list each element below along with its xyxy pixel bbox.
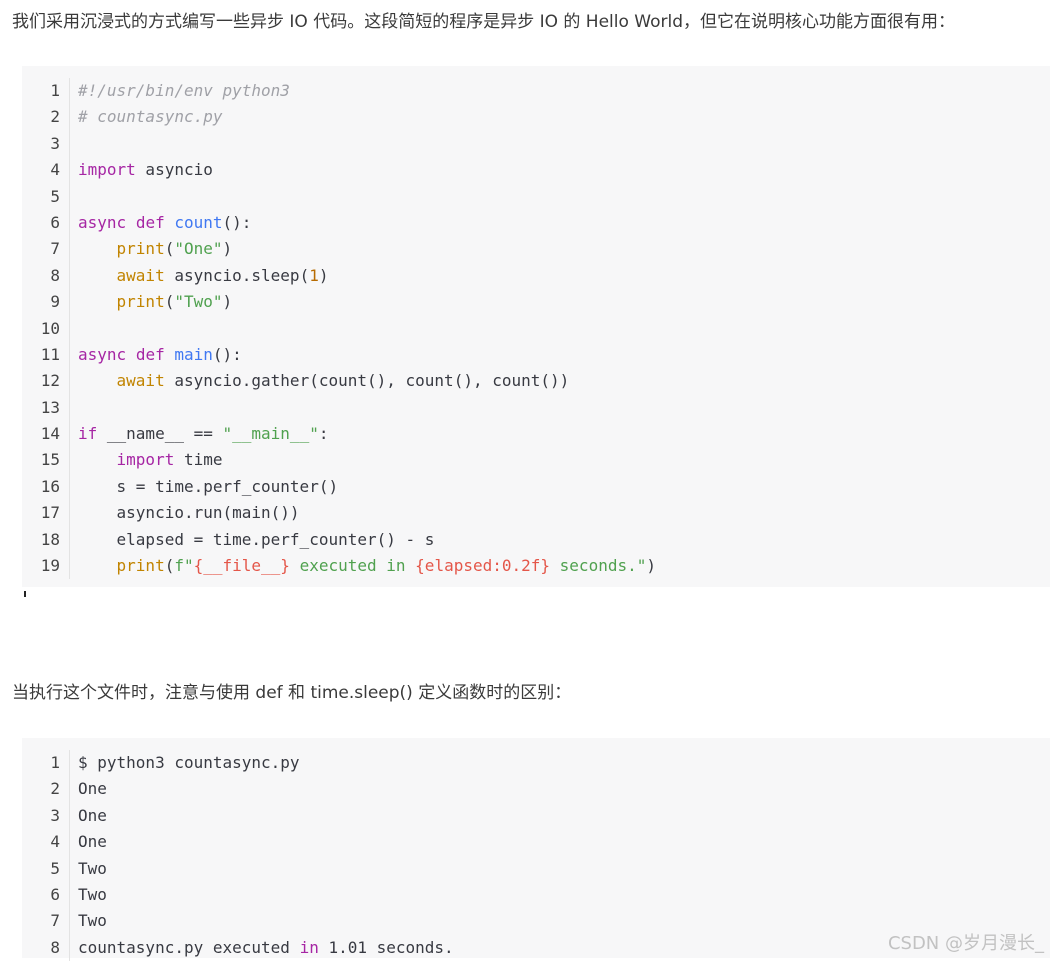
code-line: 17 asyncio.run(main())	[22, 500, 1050, 527]
line-number: 4	[22, 157, 70, 184]
code-line: 10	[22, 315, 1050, 342]
code-line: 3 One	[22, 802, 1050, 830]
line-number: 1	[22, 750, 70, 777]
line-number: 1	[22, 78, 70, 105]
code-text: Two	[78, 911, 107, 931]
csdn-watermark: CSDN @岁月漫长_	[887, 933, 1044, 954]
code-text: await asyncio.sleep(1)	[116, 265, 329, 285]
code-text: async def main():	[78, 344, 242, 364]
code-text: elapsed = time.perf_counter() - s	[78, 529, 435, 549]
code-text: asyncio.run(main())	[78, 503, 300, 523]
code-text: async def count():	[78, 212, 252, 232]
code-line: 2 One	[22, 776, 1050, 803]
text-mark	[24, 591, 26, 597]
code-text: $ python3 countasync.py	[78, 753, 300, 772]
code-line: 19 print(f"{__file__} executed in {elaps…	[22, 553, 1050, 580]
line-number: 3	[22, 130, 70, 158]
code-line: 7 print("One")	[22, 236, 1050, 263]
line-number: 9	[22, 289, 70, 316]
code-line: 1 #!/usr/bin/env python3	[22, 78, 1050, 105]
line-number: 4	[22, 829, 70, 856]
code-line: 2 # countasync.py	[22, 104, 1050, 131]
line-number: 7	[22, 236, 70, 263]
code-text: print("One")	[116, 239, 233, 259]
code-line: 6 Two	[22, 881, 1050, 909]
code-line: 4 One	[22, 829, 1050, 856]
code-line: 15 import time	[22, 447, 1050, 474]
line-number: 2	[22, 104, 70, 131]
line-number: 6	[22, 209, 70, 237]
code-line: 16 s = time.perf_counter()	[22, 473, 1050, 501]
code-text: print(f"{__file__} executed in {elapsed:…	[116, 556, 656, 576]
code-line: 5 Two	[22, 855, 1050, 882]
code-text: import asyncio	[78, 160, 213, 180]
line-number: 16	[22, 473, 70, 501]
code-line: 11 async def main():	[22, 341, 1050, 369]
line-number: 13	[22, 394, 70, 422]
code-text: print("Two")	[116, 292, 233, 312]
code-text: One	[78, 779, 107, 799]
line-number: 18	[22, 526, 70, 554]
intro-paragraph: 我们采用沉浸式的方式编写一些异步 IO 代码。这段简短的程序是异步 IO 的 H…	[12, 12, 956, 32]
code-line: 4 import asyncio	[22, 157, 1050, 184]
code-line: 18 elapsed = time.perf_counter() - s	[22, 526, 1050, 554]
line-number: 17	[22, 500, 70, 527]
line-number: 11	[22, 341, 70, 369]
line-number: 8	[22, 934, 70, 961]
line-number: 7	[22, 908, 70, 935]
code-line: 14 if __name__ == "__main__":	[22, 421, 1050, 448]
code-line: 1 $ python3 countasync.py	[22, 750, 1050, 777]
code-text: if __name__ == "__main__":	[78, 424, 329, 444]
code-line: 5	[22, 183, 1050, 210]
code-text: import time	[116, 450, 223, 470]
code-text: #!/usr/bin/env python3	[78, 81, 290, 100]
line-number: 14	[22, 421, 70, 448]
code-line: 13	[22, 394, 1050, 422]
code-block-countasync: 1 #!/usr/bin/env python3 2 # countasync.py 3…	[22, 66, 1050, 587]
line-number: 12	[22, 368, 70, 395]
line-number: 15	[22, 447, 70, 474]
code-block-output: 1 $ python3 countasync.py 2 One 3 One 4 One 5 Two…	[22, 738, 1050, 961]
code-text: # countasync.py	[78, 107, 223, 127]
code-text: One	[78, 805, 107, 825]
code-line: 3	[22, 130, 1050, 158]
code-line: 8 await asyncio.sleep(1)	[22, 262, 1050, 290]
line-number: 8	[22, 262, 70, 290]
code-text: countasync.py executed in 1.01 seconds.	[78, 937, 454, 957]
code-text: s = time.perf_counter()	[78, 476, 339, 496]
line-number: 10	[22, 315, 70, 342]
code-text: await asyncio.gather(count(), count(), c…	[116, 371, 570, 391]
code-line: 12 await asyncio.gather(count(), count()…	[22, 368, 1050, 395]
line-number: 5	[22, 183, 70, 210]
line-number: 6	[22, 881, 70, 909]
code-line: 9 print("Two")	[22, 289, 1050, 316]
code-text: Two	[78, 858, 107, 878]
middle-paragraph: 当执行这个文件时，注意与使用 def 和 time.sleep() 定义函数时的…	[12, 683, 572, 703]
line-number: 2	[22, 776, 70, 803]
line-number: 5	[22, 855, 70, 882]
code-line: 6 async def count():	[22, 209, 1050, 237]
line-number: 19	[22, 553, 70, 580]
code-text: Two	[78, 884, 107, 904]
code-text: One	[78, 832, 107, 852]
line-number: 3	[22, 802, 70, 830]
